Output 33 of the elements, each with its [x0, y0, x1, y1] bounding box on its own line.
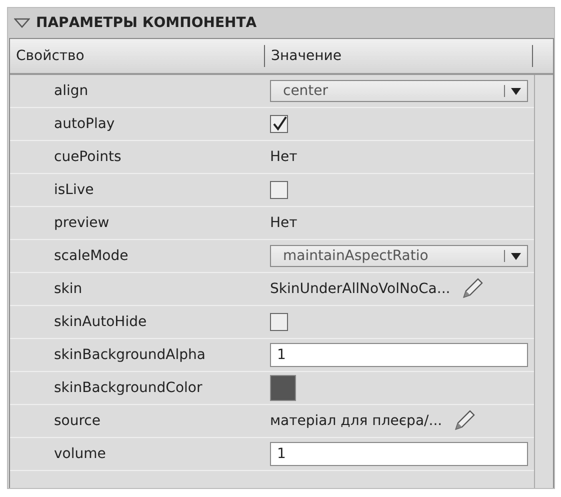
caret-icon: [511, 252, 521, 260]
input-field[interactable]: 1: [270, 442, 528, 466]
value-text: Нет: [270, 149, 298, 165]
property-name: isLive: [53, 182, 95, 198]
property-name: skinAutoHide: [53, 314, 148, 330]
property-name: skinBackgroundColor: [53, 380, 204, 396]
column-header[interactable]: Свойство: [10, 45, 265, 67]
collapse-icon[interactable]: [14, 18, 30, 28]
property-name: volume: [53, 446, 107, 462]
caret-icon: [511, 88, 521, 94]
property-name: preview: [53, 215, 110, 231]
color-swatch[interactable]: [270, 375, 296, 401]
property-name: align: [53, 83, 90, 99]
pencil-icon[interactable]: [452, 409, 476, 433]
property-name: scaleMode: [53, 248, 130, 264]
value-text: Нет: [270, 215, 298, 231]
value-text: SkinUnderAllNoVolNoCa...: [270, 281, 450, 297]
property-name: autoPlay: [53, 116, 116, 132]
input-field[interactable]: 1: [270, 343, 528, 367]
checkbox[interactable]: [270, 181, 288, 199]
dropdown[interactable]: maintainAspectRatio: [270, 245, 528, 267]
value-text: матеріал для плеєра/...: [270, 413, 442, 429]
property-name: source: [53, 413, 102, 429]
pencil-icon[interactable]: [460, 277, 484, 301]
property-name: skin: [53, 281, 84, 297]
panel-title: ПАРАМЕТРЫ КОМПОНЕНТА: [36, 15, 257, 31]
check-icon: [271, 116, 287, 132]
checkbox[interactable]: [270, 115, 288, 133]
property-name: cuePoints: [53, 149, 122, 165]
property-name: skinBackgroundAlpha: [53, 347, 206, 363]
dropdown[interactable]: center: [270, 80, 528, 102]
checkbox[interactable]: [270, 313, 288, 331]
column-header[interactable]: Значение: [265, 45, 533, 67]
